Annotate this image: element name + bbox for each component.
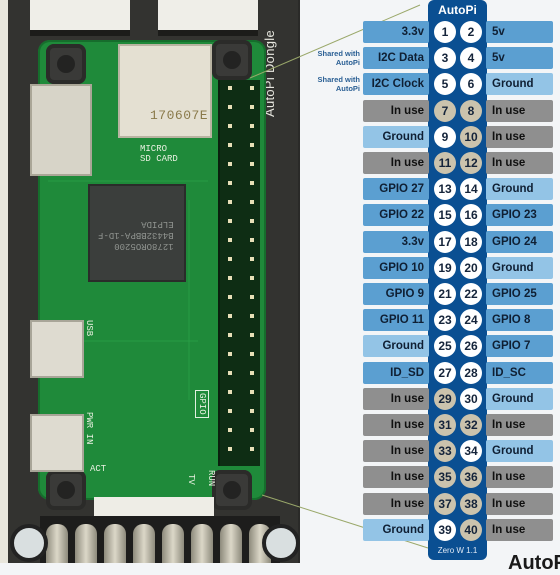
pin-number: 24 [460, 309, 482, 331]
pin-number: 23 [434, 309, 456, 331]
pin-label-left: GPIO 11 [363, 309, 429, 331]
pin-label-right: In use [486, 100, 553, 122]
pinout-footer: Zero W 1.1 [437, 546, 478, 555]
pin-number: 26 [460, 335, 482, 357]
pin-number: 13 [434, 178, 456, 200]
pin-label-right: Ground [486, 440, 553, 462]
pinout-title: AutoPi [438, 3, 477, 17]
pin-label-right: GPIO 7 [486, 335, 553, 357]
pin-label-left: 3.3v [363, 231, 429, 253]
pin-number: 29 [434, 388, 456, 410]
pin-label-left: In use [363, 466, 429, 488]
pin-number: 10 [460, 126, 482, 148]
pin-number: 25 [434, 335, 456, 357]
gpio-pinout-diagram: AutoPi 3.3v 5v 1 2 I2C Data 5v 3 4 Shared with A… [0, 0, 560, 563]
pin-label-right: 5v [486, 47, 553, 69]
pin-label-right: In use [486, 466, 553, 488]
pin-number: 12 [460, 152, 482, 174]
pin-number: 35 [434, 466, 456, 488]
pin-number: 22 [460, 283, 482, 305]
pin-number: 1 [434, 21, 456, 43]
pin-label-left: In use [363, 152, 429, 174]
pin-number: 37 [434, 493, 456, 515]
pin-label-left: In use [363, 100, 429, 122]
pin-number: 9 [434, 126, 456, 148]
pin-label-left: 3.3v [363, 21, 429, 43]
pin-label-right: GPIO 25 [486, 283, 553, 305]
pin-label-left: In use [363, 440, 429, 462]
pin-number: 31 [434, 414, 456, 436]
pin-number: 7 [434, 100, 456, 122]
pin-label-left: GPIO 9 [363, 283, 429, 305]
pin-label-left: Ground [363, 335, 429, 357]
pin-label-left: In use [363, 493, 429, 515]
pin-label-right: In use [486, 126, 553, 148]
pin-number: 20 [460, 257, 482, 279]
pin-label-right: GPIO 24 [486, 231, 553, 253]
pin-label-left: Ground [363, 126, 429, 148]
caption-text: AutoPi [508, 552, 560, 574]
pin-number: 38 [460, 493, 482, 515]
pin-label-right: Ground [486, 73, 553, 95]
pin-number: 33 [434, 440, 456, 462]
pin-label-right: In use [486, 414, 553, 436]
pin-label-right: GPIO 8 [486, 309, 553, 331]
pin-number: 3 [434, 47, 456, 69]
shared-note: Shared with AutoPi [317, 49, 360, 67]
pin-label-right: In use [486, 493, 553, 515]
pin-label-left: I2C Clock [363, 73, 429, 95]
shared-note: Shared with AutoPi [317, 75, 360, 93]
pin-label-right: Ground [486, 178, 553, 200]
pin-label-right: GPIO 23 [486, 204, 553, 226]
pin-label-right: In use [486, 519, 553, 541]
pin-number: 4 [460, 47, 482, 69]
pin-label-right: In use [486, 152, 553, 174]
pin-label-right: ID_SC [486, 362, 553, 384]
pin-label-left: In use [363, 414, 429, 436]
pin-label-left: GPIO 10 [363, 257, 429, 279]
pin-number: 32 [460, 414, 482, 436]
pin-number: 21 [434, 283, 456, 305]
pin-label-right: Ground [486, 257, 553, 279]
pin-number: 40 [460, 519, 482, 541]
pin-label-right: 5v [486, 21, 553, 43]
pin-number: 2 [460, 21, 482, 43]
pin-number: 6 [460, 73, 482, 95]
pin-number: 5 [434, 73, 456, 95]
pin-label-left: In use [363, 388, 429, 410]
pin-number: 16 [460, 204, 482, 226]
pin-label-left: GPIO 22 [363, 204, 429, 226]
pin-label-left: GPIO 27 [363, 178, 429, 200]
pin-label-left: ID_SD [363, 362, 429, 384]
pin-label-left: Ground [363, 519, 429, 541]
pin-number: 19 [434, 257, 456, 279]
pin-number: 17 [434, 231, 456, 253]
pin-number: 15 [434, 204, 456, 226]
pin-number: 34 [460, 440, 482, 462]
pin-number: 11 [434, 152, 456, 174]
pin-number: 27 [434, 362, 456, 384]
pin-label-right: Ground [486, 388, 553, 410]
pin-number: 8 [460, 100, 482, 122]
pin-number: 39 [434, 519, 456, 541]
pin-number: 18 [460, 231, 482, 253]
pin-number: 36 [460, 466, 482, 488]
pin-number: 14 [460, 178, 482, 200]
pin-number: 28 [460, 362, 482, 384]
pin-number: 30 [460, 388, 482, 410]
pin-label-left: I2C Data [363, 47, 429, 69]
